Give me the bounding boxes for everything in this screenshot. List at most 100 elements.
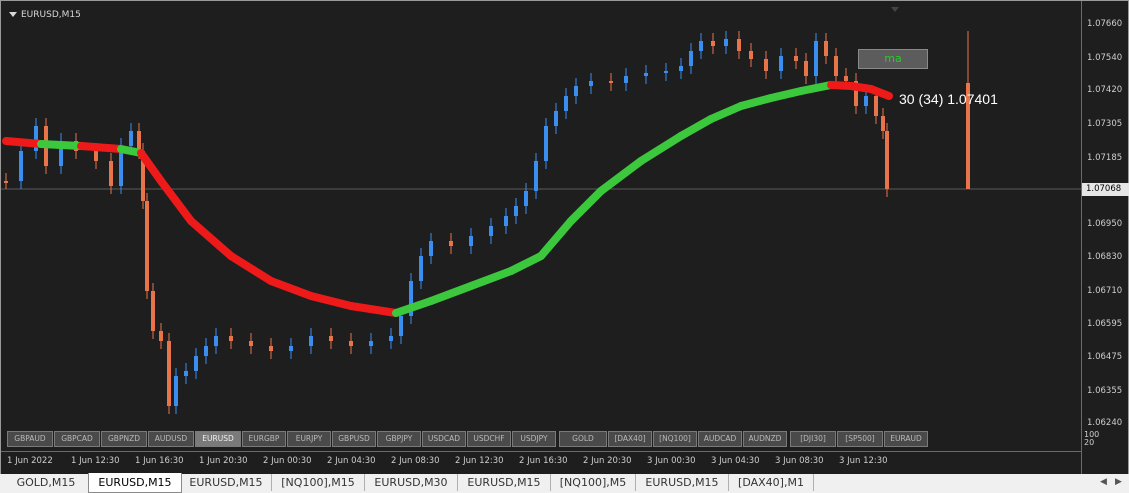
candle-body bbox=[159, 331, 163, 341]
symbol-button-euraud[interactable]: EURAUD bbox=[884, 431, 928, 447]
tab-eurusd-m15[interactable]: EURUSD,M15 bbox=[181, 474, 272, 491]
symbol-button-usdcad[interactable]: USDCAD bbox=[422, 431, 466, 447]
candle-body bbox=[94, 151, 98, 161]
time-label: 1 Jun 16:30 bbox=[135, 456, 184, 466]
time-label: 1 Jun 20:30 bbox=[199, 456, 248, 466]
time-axis[interactable]: 1 Jun 2022 1 Jun 12:30 1 Jun 16:30 1 Jun… bbox=[1, 451, 1081, 472]
candle-body bbox=[229, 336, 233, 341]
candle-body bbox=[269, 346, 273, 351]
time-label: 2 Jun 20:30 bbox=[583, 456, 632, 466]
candle-body bbox=[194, 356, 198, 371]
price-label: 1.06475 bbox=[1087, 352, 1123, 362]
tab-eurusd-m15[interactable]: EURUSD,M15 bbox=[458, 474, 551, 491]
ma-segment bbox=[187, 217, 235, 260]
ma-segment bbox=[797, 81, 835, 95]
symbol-button-gbpjpy[interactable]: GBPJPY bbox=[377, 431, 421, 447]
time-label: 3 Jun 00:30 bbox=[647, 456, 696, 466]
price-label: 1.07185 bbox=[1087, 153, 1123, 163]
symbol-button-audcad[interactable]: AUDCAD bbox=[698, 431, 742, 447]
time-label: 2 Jun 00:30 bbox=[263, 456, 312, 466]
ma-segment bbox=[307, 292, 355, 310]
ma-segment bbox=[507, 252, 545, 275]
candle-body bbox=[504, 216, 508, 226]
candle-body bbox=[737, 39, 741, 51]
price-label: 1.07660 bbox=[1087, 19, 1123, 29]
tab-eurusd-m15-active[interactable]: EURUSD,M15 bbox=[88, 473, 182, 493]
symbol-button-audnzd[interactable]: AUDNZD bbox=[743, 431, 787, 447]
candle-body bbox=[369, 341, 373, 346]
tab-nq100-m5[interactable]: [NQ100],M5 bbox=[551, 474, 636, 491]
candle-body bbox=[679, 66, 683, 71]
indicator-scale: 100 20 bbox=[1084, 431, 1099, 447]
ma-segment bbox=[77, 142, 125, 153]
price-scale[interactable]: 1.07660 1.07540 1.07420 1.07305 1.07185 … bbox=[1081, 1, 1129, 474]
symbol-button-eurjpy[interactable]: EURJPY bbox=[287, 431, 331, 447]
ma-segment bbox=[567, 187, 605, 225]
symbol-button-audusd[interactable]: AUDUSD bbox=[148, 431, 194, 447]
candle-body bbox=[864, 96, 868, 106]
candle-body bbox=[779, 56, 783, 71]
candle-body bbox=[624, 76, 628, 83]
candle-body bbox=[644, 73, 648, 76]
symbol-button-gold[interactable]: GOLD bbox=[559, 431, 607, 447]
candle-body bbox=[19, 151, 23, 181]
chart-title-text: EURUSD,M15 bbox=[21, 10, 81, 20]
symbol-button-usdjpy[interactable]: USDJPY bbox=[512, 431, 556, 447]
scroll-right-icon[interactable]: ▶ bbox=[1115, 477, 1122, 487]
candle-body bbox=[874, 96, 878, 116]
ma-segment bbox=[637, 132, 685, 165]
time-label: 3 Jun 12:30 bbox=[839, 456, 888, 466]
tab-dax40-m1[interactable]: [DAX40],M1 bbox=[729, 474, 814, 491]
candle-body bbox=[711, 41, 715, 46]
tab-gold-m15[interactable]: GOLD,M15 bbox=[4, 474, 89, 491]
symbol-button-gbpcad[interactable]: GBPCAD bbox=[54, 431, 100, 447]
ma-segment bbox=[867, 85, 893, 100]
scroll-left-icon[interactable]: ◀ bbox=[1100, 477, 1107, 487]
symbol-button-dax40[interactable]: [DAX40] bbox=[608, 431, 652, 447]
current-price-box: 1.07068 bbox=[1082, 183, 1129, 196]
candle-body bbox=[249, 341, 253, 346]
symbol-button-sp500[interactable]: [SP500] bbox=[837, 431, 883, 447]
symbol-button-nq100[interactable]: [NQ100] bbox=[653, 431, 697, 447]
candle-body bbox=[724, 39, 728, 46]
price-label: 1.06355 bbox=[1087, 386, 1123, 396]
candle-body bbox=[214, 336, 218, 346]
candle-body bbox=[814, 41, 818, 76]
ma-segment bbox=[157, 177, 195, 225]
ma-segment bbox=[597, 157, 645, 195]
tab-nq100-m15[interactable]: [NQ100],M15 bbox=[272, 474, 365, 491]
candle-body bbox=[749, 51, 753, 59]
symbol-button-eurusd[interactable]: EURUSD bbox=[195, 431, 241, 447]
tab-eurusd-m30[interactable]: EURUSD,M30 bbox=[365, 474, 458, 491]
ma-segment bbox=[467, 267, 515, 290]
time-label: 3 Jun 04:30 bbox=[711, 456, 760, 466]
candle-body bbox=[514, 206, 518, 216]
ma-button[interactable]: ma bbox=[858, 49, 928, 69]
candle-body bbox=[804, 61, 808, 76]
candle-body bbox=[167, 341, 171, 406]
tab-eurusd-m15[interactable]: EURUSD,M15 bbox=[636, 474, 729, 491]
dropdown-arrow-icon[interactable] bbox=[9, 12, 17, 17]
symbol-button-gbpusd[interactable]: GBPUSD bbox=[332, 431, 376, 447]
time-label: 2 Jun 12:30 bbox=[455, 456, 504, 466]
symbol-button-gbpnzd[interactable]: GBPNZD bbox=[101, 431, 147, 447]
candle-body bbox=[349, 341, 353, 346]
top-marker-icon bbox=[891, 7, 899, 12]
candle-body bbox=[794, 56, 798, 61]
candle-body bbox=[881, 116, 885, 131]
price-label: 1.06240 bbox=[1087, 418, 1123, 428]
symbol-button-gbpaud[interactable]: GBPAUD bbox=[7, 431, 53, 447]
candle-body bbox=[137, 131, 141, 151]
price-label: 1.07305 bbox=[1087, 119, 1123, 129]
candle-body bbox=[289, 346, 293, 351]
candle-body bbox=[885, 131, 889, 189]
symbol-button-eurgbp[interactable]: EURGBP bbox=[242, 431, 286, 447]
ma-segment bbox=[767, 87, 805, 102]
symbol-button-usdchf[interactable]: USDCHF bbox=[467, 431, 511, 447]
time-label: 1 Jun 2022 bbox=[7, 456, 53, 466]
ma-segment bbox=[537, 217, 575, 260]
price-label: 1.06595 bbox=[1087, 319, 1123, 329]
symbol-button-dji30[interactable]: [DJI30] bbox=[790, 431, 836, 447]
candle-body bbox=[174, 376, 178, 406]
price-label: 1.06710 bbox=[1087, 286, 1123, 296]
